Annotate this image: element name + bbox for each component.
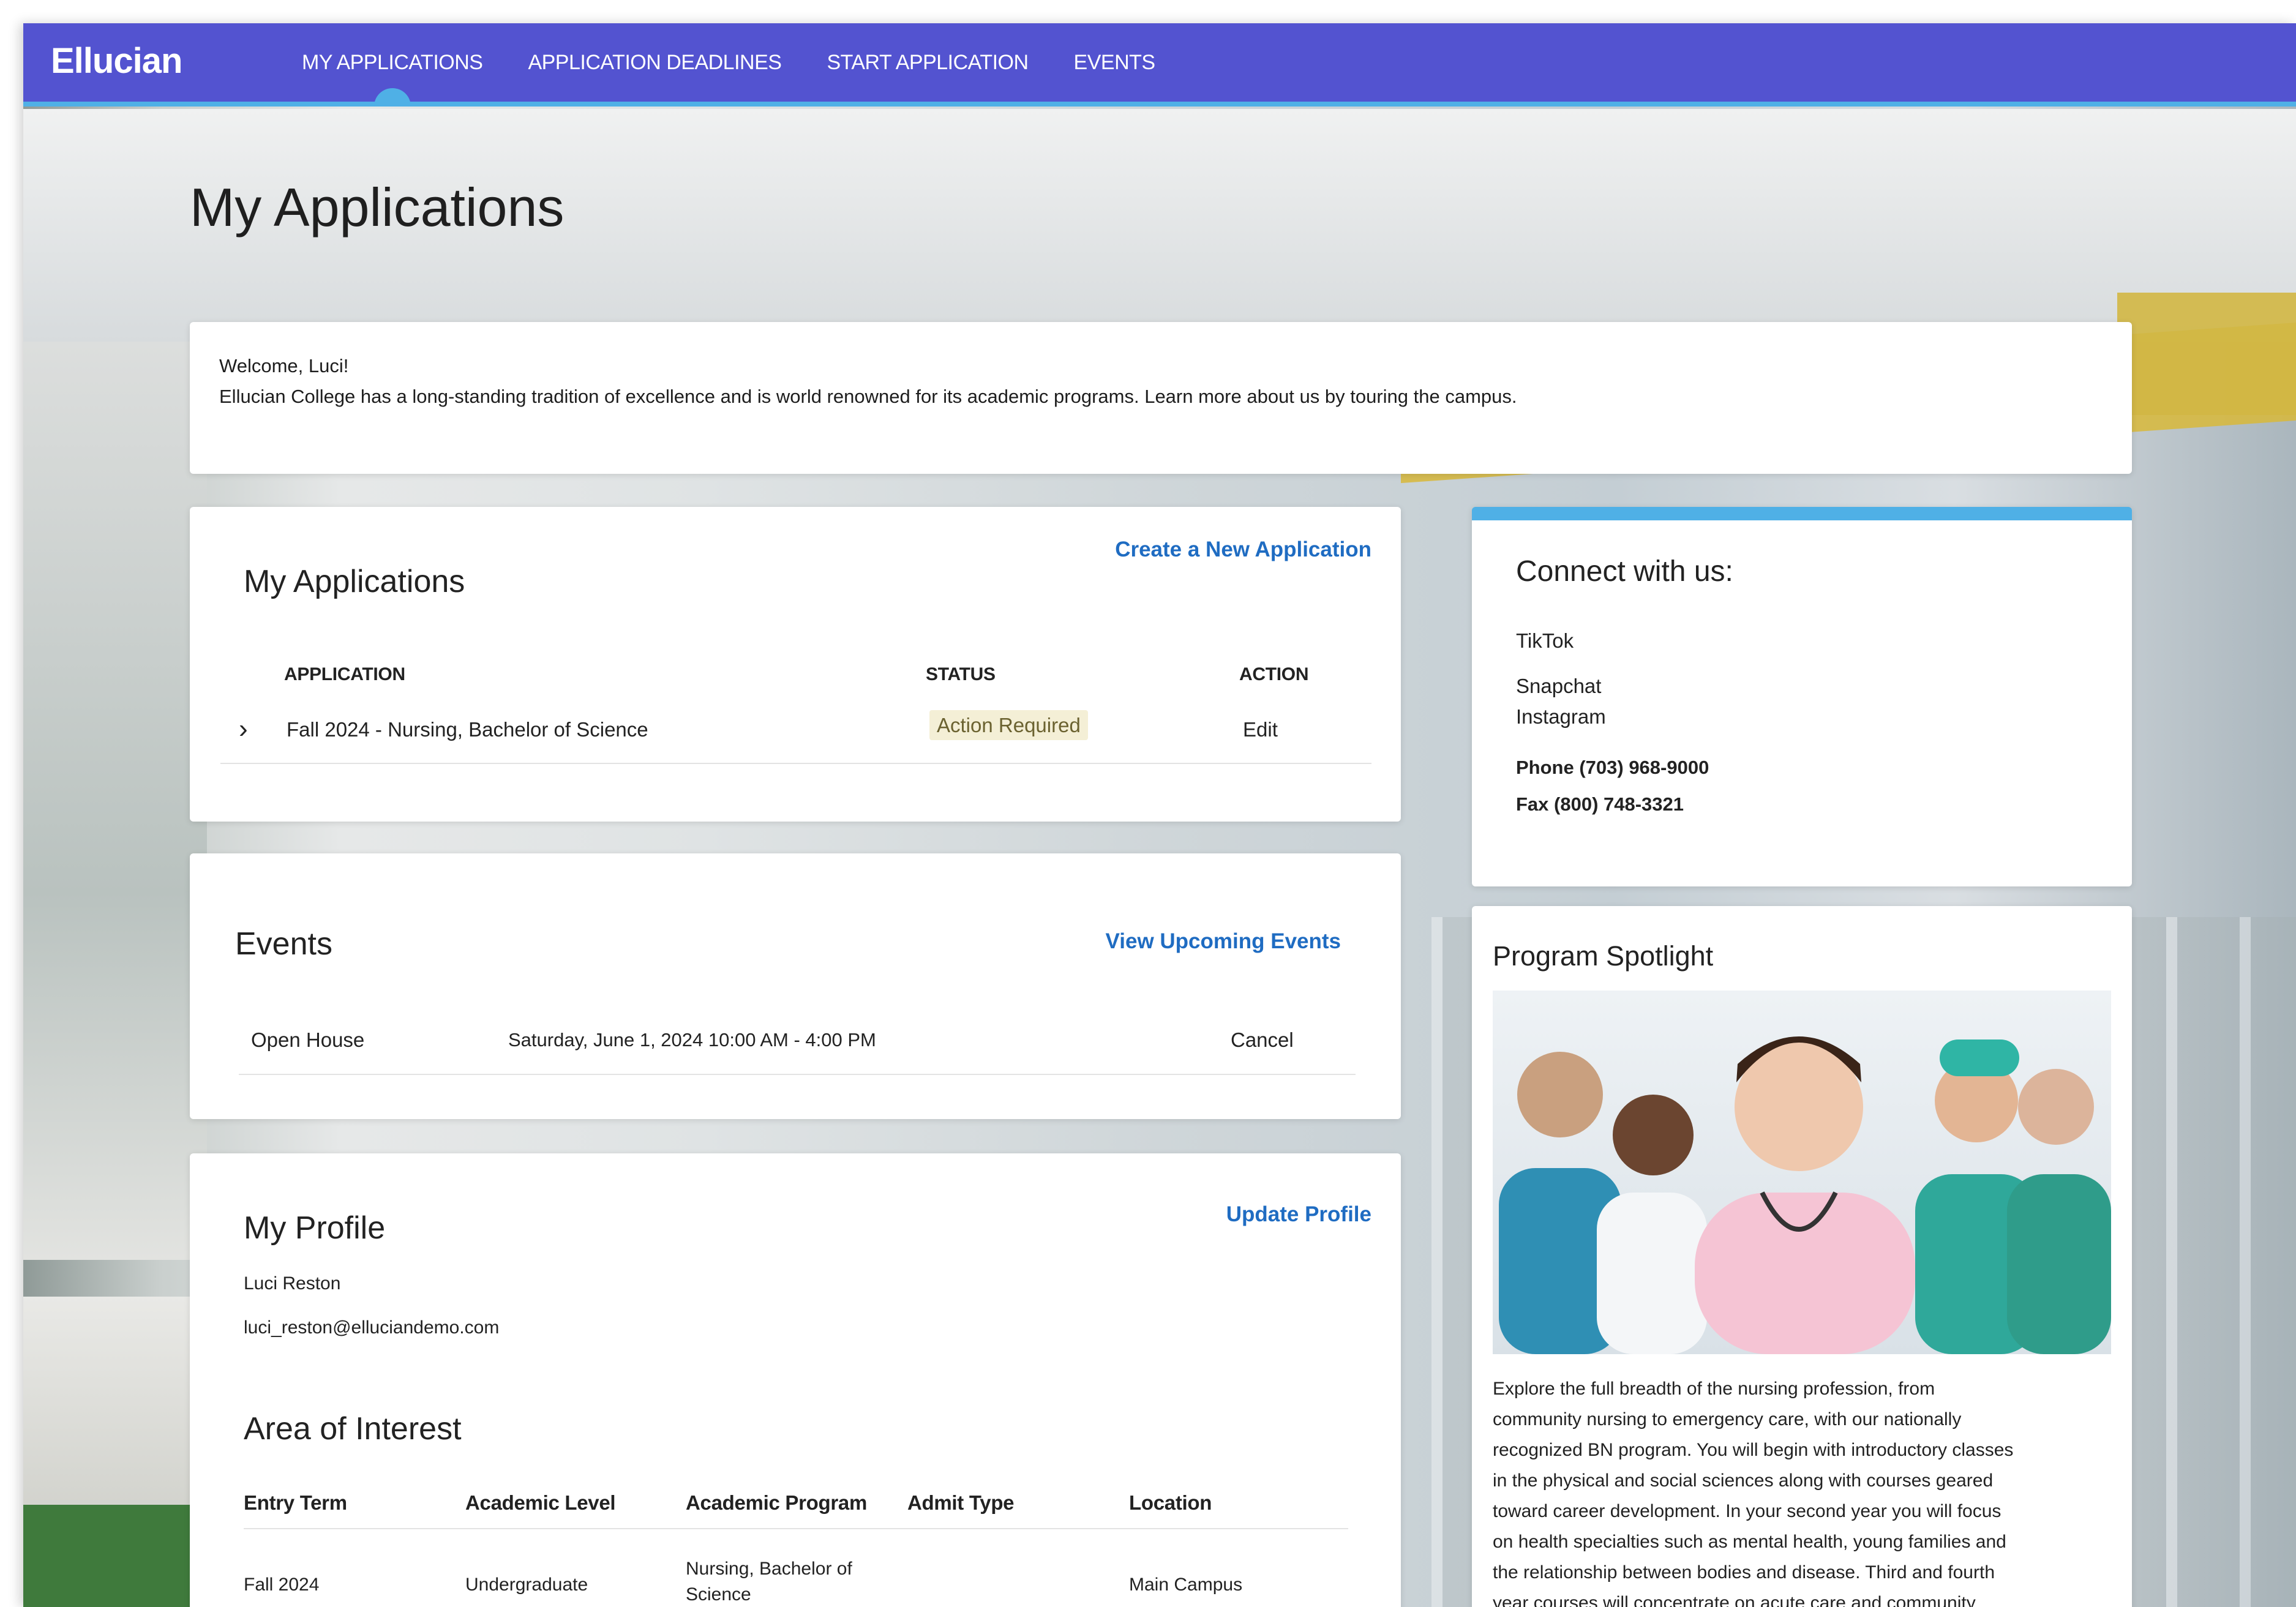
nursing-team-image bbox=[1493, 991, 2111, 1354]
interest-location: Main Campus bbox=[1129, 1575, 1243, 1595]
instagram-link[interactable]: Instagram bbox=[1516, 705, 1606, 729]
page-title: My Applications bbox=[190, 177, 565, 238]
program-spotlight-card: Program Spotlight Explore the full bread… bbox=[1472, 906, 2132, 1607]
view-upcoming-events-link[interactable]: View Upcoming Events bbox=[1106, 929, 1341, 954]
spotlight-line: toward career development. In your secon… bbox=[1493, 1501, 2001, 1521]
welcome-greeting: Welcome, Luci! bbox=[219, 355, 349, 376]
profile-card: My Profile Update Profile Luci Reston lu… bbox=[190, 1153, 1401, 1607]
events-card: Events View Upcoming Events Open House S… bbox=[190, 853, 1401, 1119]
event-link[interactable]: Open House bbox=[251, 1028, 364, 1052]
expand-chevron-icon[interactable]: › bbox=[239, 714, 248, 744]
interest-program-line2: Science bbox=[686, 1584, 751, 1605]
spotlight-line: Explore the full breadth of the nursing … bbox=[1493, 1379, 1935, 1399]
spotlight-line: in the physical and social sciences alon… bbox=[1493, 1470, 1994, 1491]
background-glass-wall bbox=[23, 342, 207, 1260]
top-navigation-bar: Ellucian MY APPLICATIONS APPLICATION DEA… bbox=[23, 23, 2296, 107]
background-carpet bbox=[23, 1505, 195, 1607]
connect-title: Connect with us: bbox=[1516, 555, 1733, 588]
spotlight-description: Explore the full breadth of the nursing … bbox=[1493, 1374, 2117, 1607]
update-profile-link[interactable]: Update Profile bbox=[1226, 1202, 1371, 1227]
spotlight-title: Program Spotlight bbox=[1493, 940, 1714, 972]
interest-program-line1: Nursing, Bachelor of bbox=[686, 1559, 852, 1579]
welcome-message: Ellucian College has a long-standing tra… bbox=[219, 386, 1517, 407]
spotlight-line: the relationship between bodies and dise… bbox=[1493, 1562, 1995, 1583]
main-nav: MY APPLICATIONS APPLICATION DEADLINES ST… bbox=[302, 23, 1201, 107]
fax-number: Fax (800) 748-3321 bbox=[1516, 793, 1684, 815]
nav-start-application[interactable]: START APPLICATION bbox=[827, 23, 1029, 102]
event-datetime: Saturday, June 1, 2024 10:00 AM - 4:00 P… bbox=[508, 1029, 876, 1051]
applications-title: My Applications bbox=[244, 564, 465, 599]
application-link[interactable]: Fall 2024 - Nursing, Bachelor of Science bbox=[287, 718, 648, 741]
spotlight-line: year courses will concentrate on acute c… bbox=[1493, 1593, 1976, 1607]
connect-card: Connect with us: TikTok Snapchat Instagr… bbox=[1472, 507, 2132, 886]
phone-number: Phone (703) 968-9000 bbox=[1516, 757, 1709, 778]
cancel-event-link[interactable]: Cancel bbox=[1231, 1028, 1294, 1052]
header-action: ACTION bbox=[1239, 664, 1309, 684]
profile-name: Luci Reston bbox=[244, 1273, 341, 1294]
header-location: Location bbox=[1129, 1491, 1212, 1514]
background-yellow-panel-2 bbox=[2117, 293, 2296, 415]
area-of-interest-title: Area of Interest bbox=[244, 1411, 462, 1447]
header-status: STATUS bbox=[926, 664, 996, 684]
header-application: APPLICATION bbox=[284, 664, 405, 684]
header-academic-level: Academic Level bbox=[465, 1491, 616, 1514]
spotlight-line: community nursing to emergency care, wit… bbox=[1493, 1409, 1962, 1429]
welcome-card: Welcome, Luci! Ellucian College has a lo… bbox=[190, 322, 2132, 474]
header-admit-type: Admit Type bbox=[907, 1491, 1015, 1514]
snapchat-link[interactable]: Snapchat bbox=[1516, 675, 1601, 698]
interest-entry-term: Fall 2024 bbox=[244, 1575, 320, 1595]
nav-events[interactable]: EVENTS bbox=[1074, 23, 1156, 102]
status-badge-label: Action Required bbox=[929, 710, 1088, 740]
events-title: Events bbox=[235, 926, 332, 962]
status-badge: Action Required bbox=[929, 710, 1088, 740]
event-divider bbox=[239, 1074, 1356, 1075]
nav-my-applications[interactable]: MY APPLICATIONS bbox=[302, 23, 483, 107]
browser-viewport: Ellucian MY APPLICATIONS APPLICATION DEA… bbox=[23, 23, 2296, 1607]
nursing-team-illustration bbox=[1499, 1036, 2111, 1354]
tiktok-link[interactable]: TikTok bbox=[1516, 629, 1574, 653]
profile-email: luci_reston@elluciandemo.com bbox=[244, 1317, 500, 1338]
profile-title: My Profile bbox=[244, 1210, 386, 1246]
edit-application-link[interactable]: Edit bbox=[1243, 718, 1278, 741]
row-divider bbox=[220, 763, 1371, 764]
create-application-link[interactable]: Create a New Application bbox=[1115, 538, 1371, 562]
spotlight-line: on health specialties such as mental hea… bbox=[1493, 1532, 2006, 1552]
spotlight-line: recognized BN program. You will begin wi… bbox=[1493, 1440, 2014, 1460]
header-academic-program: Academic Program bbox=[686, 1491, 867, 1514]
interest-academic-level: Undergraduate bbox=[465, 1575, 588, 1595]
nav-application-deadlines[interactable]: APPLICATION DEADLINES bbox=[528, 23, 782, 102]
ellucian-logo[interactable]: Ellucian bbox=[51, 40, 182, 81]
interest-header-divider bbox=[244, 1528, 1348, 1529]
header-entry-term: Entry Term bbox=[244, 1491, 347, 1514]
applications-card: My Applications Create a New Application… bbox=[190, 507, 1401, 822]
